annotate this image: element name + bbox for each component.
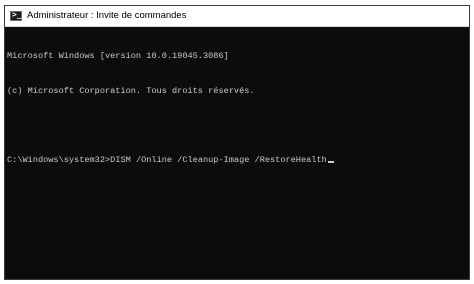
console-command-input[interactable]: DISM /Online /Cleanup-Image /RestoreHeal…	[110, 155, 327, 165]
screenshot-frame: >_ Administrateur : Invite de commandes …	[0, 0, 474, 284]
title-bar[interactable]: >_ Administrateur : Invite de commandes	[5, 6, 469, 27]
console-line-copyright: (c) Microsoft Corporation. Tous droits r…	[7, 85, 255, 96]
console-line-version: Microsoft Windows [version 10.0.19045.30…	[7, 51, 229, 61]
command-prompt-icon: >_	[10, 10, 22, 21]
window-title: Administrateur : Invite de commandes	[27, 10, 187, 21]
command-prompt-window: >_ Administrateur : Invite de commandes …	[4, 5, 470, 280]
text-cursor	[327, 160, 334, 163]
console-output[interactable]: Microsoft Windows [version 10.0.19045.30…	[7, 28, 467, 277]
console-command-line[interactable]: C:\Windows\system32>DISM /Online /Cleanu…	[7, 155, 467, 167]
console-prompt: C:\Windows\system32>	[7, 154, 111, 165]
